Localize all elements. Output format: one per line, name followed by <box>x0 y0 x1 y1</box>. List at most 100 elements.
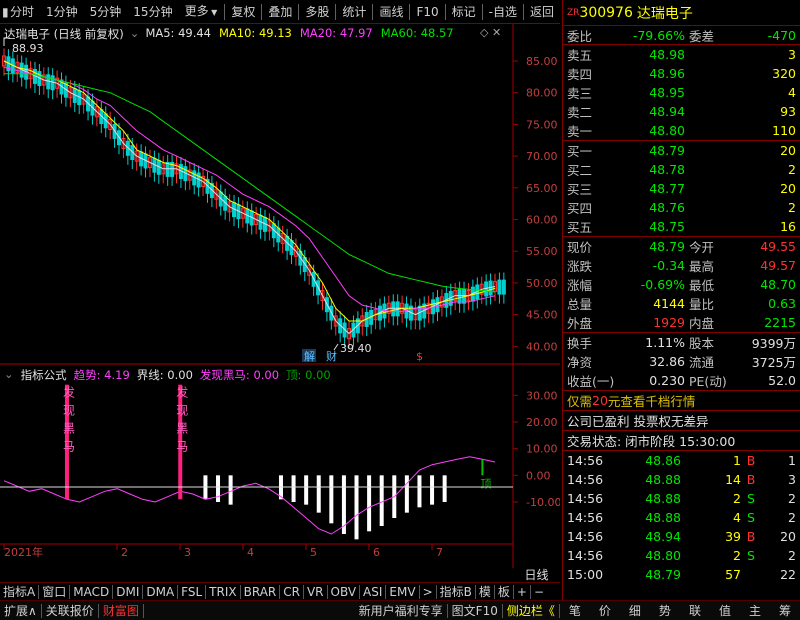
side-panel-tab-2[interactable]: 细 <box>620 602 650 619</box>
book-volume: 4 <box>788 85 796 100</box>
indicator-legend-3: 顶: 0.00 <box>286 368 331 382</box>
unlock-tag[interactable]: 解 <box>304 349 315 363</box>
indicator-tab-7[interactable]: BRAR <box>241 585 280 599</box>
side-panel-tab-1[interactable]: 价 <box>590 602 620 619</box>
tick-price: 48.88 <box>645 491 681 506</box>
f10-button[interactable]: F10 <box>410 0 444 24</box>
indicator-tab-18[interactable]: − <box>531 585 547 599</box>
side-panel-tab-5[interactable]: 值 <box>710 602 740 619</box>
draw-line-button[interactable]: 画线 <box>373 0 409 24</box>
indicator-tab-10[interactable]: OBV <box>328 585 360 599</box>
indicator-tab-9[interactable]: VR <box>304 585 327 599</box>
chart-options-icon[interactable]: ◇ ✕ <box>480 26 501 39</box>
indicator-tab-13[interactable]: > <box>420 585 436 599</box>
indicator-collapse-icon[interactable]: ⌄ <box>4 367 14 383</box>
ask-row[interactable]: 卖一 48.80 110 <box>567 121 796 140</box>
side-panel-tab-3[interactable]: 势 <box>650 602 680 619</box>
fuquan-button[interactable]: 复权 <box>225 0 261 24</box>
promo-suffix: 元查看千档行情 <box>607 394 696 409</box>
bid-row[interactable]: 买一 48.79 20 <box>567 141 796 160</box>
collapse-icon[interactable]: ⌄ <box>130 26 140 42</box>
fund-value: 3725万 <box>751 355 796 370</box>
indicator-tab-14[interactable]: 指标B <box>437 583 475 600</box>
tick-time: 15:00 <box>567 567 604 582</box>
side-panel-tab-6[interactable]: 主 <box>740 602 770 619</box>
indicator-tab-11[interactable]: ASI <box>360 585 385 599</box>
indicator-tab-17[interactable]: + <box>514 585 530 599</box>
status-right-2[interactable]: 侧边栏《 <box>503 602 559 619</box>
candle-body <box>501 279 506 295</box>
dividend-tag[interactable]: $ <box>416 350 423 363</box>
indicator-tab-bar: 指标A 窗口 MACD DMI DMA FSL TRIX BRAR CR VR OBV ASI EMV >… <box>0 582 560 600</box>
book-volume: 3 <box>788 47 796 62</box>
book-level-label: 买五 <box>567 220 593 235</box>
ask-row[interactable]: 卖三 48.95 4 <box>567 83 796 102</box>
indicator-name[interactable]: 指标公式 <box>21 367 67 383</box>
side-panel-tab-7[interactable]: 筹 <box>770 602 800 619</box>
tick-row: 14:56 48.94 39 B 20 <box>567 527 796 546</box>
bid-row[interactable]: 买二 48.78 2 <box>567 160 796 179</box>
period-tab-fenshi[interactable]: 分时 <box>4 0 40 24</box>
ask-row[interactable]: 卖五 48.98 3 <box>567 45 796 64</box>
chart-area[interactable]: 85.00 80.00 75.00 70.00 65.00 60.00 55.00 50.00… <box>0 24 561 568</box>
indicator-tab-1[interactable]: 窗口 <box>39 583 69 600</box>
period-tab-1min[interactable]: 1分钟 <box>40 0 84 24</box>
weicha-label: 委差 <box>689 28 715 44</box>
tick-row: 14:56 48.88 4 S 2 <box>567 508 796 527</box>
indicator-tab-4[interactable]: DMA <box>143 585 177 599</box>
time-axis: 2021年 2 3 4 5 6 7 <box>3 544 443 559</box>
book-level-label: 卖四 <box>567 67 593 82</box>
tick-side: S <box>747 510 755 525</box>
status-right-0[interactable]: 新用户福利专享 <box>355 602 447 619</box>
ask-row[interactable]: 卖二 48.94 93 <box>567 102 796 121</box>
mark-button[interactable]: 标记 <box>446 0 482 24</box>
weicha-value: -470 <box>767 27 796 43</box>
x-tick-label: 4 <box>247 546 254 559</box>
indicator-tab-0[interactable]: 指标A <box>0 583 38 600</box>
indicator-tab-16[interactable]: 板 <box>495 583 513 600</box>
statistics-button[interactable]: 统计 <box>336 0 372 24</box>
bid-row[interactable]: 买五 48.75 16 <box>567 217 796 236</box>
period-tab-15min[interactable]: 15分钟 <box>127 0 178 24</box>
indicator-tab-6[interactable]: TRIX <box>206 585 239 599</box>
status-left-1[interactable]: 关联报价 <box>42 602 98 619</box>
overlay-button[interactable]: 叠加 <box>262 0 298 24</box>
stat-label: 最高 <box>689 259 715 274</box>
tick-time: 14:56 <box>567 491 604 506</box>
indicator-bar <box>442 475 447 502</box>
side-panel-tab-0[interactable]: 笔 <box>560 602 590 619</box>
indicator-tab-2[interactable]: MACD <box>70 585 112 599</box>
level2-promo[interactable]: 仅需 20 元查看千档行情 <box>563 391 800 411</box>
period-tab-5min[interactable]: 5分钟 <box>84 0 128 24</box>
stat-value: 4144 <box>653 296 685 311</box>
book-level-label: 买一 <box>567 144 593 159</box>
tick-row: 14:56 48.88 2 S 2 <box>567 489 796 508</box>
indicator-tab-3[interactable]: DMI <box>113 585 142 599</box>
side-panel-tab-4[interactable]: 联 <box>680 602 710 619</box>
indicator-tab-12[interactable]: EMV <box>386 585 418 599</box>
status-left-2[interactable]: 财富图 <box>99 602 143 619</box>
indicator-bar <box>304 475 309 505</box>
x-tick-label: 5 <box>310 546 317 559</box>
tick-count: 2 <box>788 491 796 506</box>
stat-value: 49.55 <box>760 239 796 254</box>
candle-body <box>457 288 462 304</box>
remove-watchlist-button[interactable]: -自选 <box>483 0 523 24</box>
ask-row[interactable]: 卖四 48.96 320 <box>567 64 796 83</box>
indicator-tab-8[interactable]: CR <box>280 585 303 599</box>
low-price-label: 39.40 <box>340 342 372 355</box>
stat-value: 1929 <box>653 315 685 330</box>
status-left-0[interactable]: 扩展∧ <box>0 602 41 619</box>
back-button[interactable]: 返回 <box>524 0 560 24</box>
bid-row[interactable]: 买四 48.76 2 <box>567 198 796 217</box>
status-right-1[interactable]: 图文F10 <box>448 602 502 619</box>
period-more-button[interactable]: 更多 ▼ <box>179 0 224 25</box>
book-level-label: 卖二 <box>567 105 593 120</box>
indicator-tab-15[interactable]: 模 <box>476 583 494 600</box>
bid-book: 买一 48.79 20 买二 48.78 2 买三 48.77 20 买四 48.76 2 买五 48.7… <box>563 141 800 237</box>
multi-stock-button[interactable]: 多股 <box>299 0 335 24</box>
bid-row[interactable]: 买三 48.77 20 <box>567 179 796 198</box>
tick-time: 14:56 <box>567 529 604 544</box>
indicator-tab-5[interactable]: FSL <box>178 585 205 599</box>
finance-tag[interactable]: 财 <box>326 349 337 363</box>
